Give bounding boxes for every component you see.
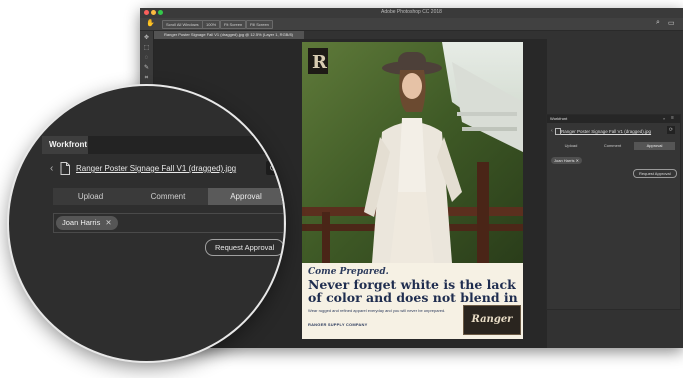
refresh-icon[interactable]: ⟳ — [667, 126, 675, 134]
approver-name: Joan Harris — [554, 158, 575, 163]
poster-company-name: RANGER SUPPLY COMPANY — [308, 322, 368, 327]
poster-headline: Never forget white is the lack of color … — [308, 277, 518, 305]
zoom-approver-name: Joan Harris — [62, 218, 101, 227]
tab-upload[interactable]: Upload — [551, 142, 591, 150]
zoom-collapse-icon[interactable]: » — [262, 139, 266, 148]
options-bar: ✋ Scroll All Windows 100% Fit Screen Fil… — [140, 18, 683, 31]
tab-approval[interactable]: Approval — [634, 142, 675, 150]
zoom-tab-comment[interactable]: Comment — [130, 188, 206, 205]
zoom-document-icon — [60, 162, 70, 175]
fill-screen-button[interactable]: Fill Screen — [246, 20, 273, 29]
panel-collapse-icon[interactable]: » — [663, 116, 665, 121]
panel-menu-icon[interactable]: ≡ — [671, 115, 674, 121]
zoom-back-chevron-icon[interactable]: ‹ — [50, 163, 53, 174]
workfront-panel-header: Workfront » ≡ — [547, 115, 680, 123]
zoom-remove-approver-icon[interactable]: ✕ — [105, 218, 111, 227]
hand-tool-icon[interactable]: ✋ — [146, 19, 155, 27]
zoom-document-file-link[interactable]: Ranger Poster Signage Fall V1 (dragged).… — [76, 164, 236, 173]
zoom-tab-upload[interactable]: Upload — [53, 188, 128, 205]
workfront-tabs: Upload Comment Approval — [551, 142, 675, 150]
request-approval-button[interactable]: Request Approval — [633, 169, 677, 178]
marquee-tool-icon[interactable]: ⬚ — [143, 45, 150, 52]
document-file-link[interactable]: Ranger Poster Signage Fall V1 (dragged).… — [561, 129, 651, 134]
zoom-refresh-icon[interactable]: ⟳ — [266, 161, 281, 175]
back-chevron-icon[interactable]: ‹ — [551, 128, 553, 134]
magnified-view: Workfront » ‹ Ranger Poster Signage Fall… — [9, 86, 284, 361]
poster-tagline: Come Prepared. — [308, 267, 389, 277]
crop-tool-icon[interactable]: ⌗ — [143, 75, 150, 82]
search-icon[interactable]: ⌕ — [656, 19, 660, 27]
poster-document: R Come Prepared. Never forget white is t… — [302, 42, 523, 339]
svg-text:R: R — [312, 52, 328, 73]
workfront-tab[interactable]: Workfront — [550, 116, 567, 121]
fit-screen-button[interactable]: Fit Screen — [220, 20, 247, 29]
scroll-all-windows-button[interactable]: Scroll All Windows — [162, 20, 203, 29]
zoom-approver-chip[interactable]: Joan Harris ✕ — [56, 216, 118, 230]
document-tab[interactable]: Ranger Poster Signage Fall V1 (dragged).… — [154, 31, 304, 39]
poster-body-copy: Wear rugged and refined apparel everyday… — [308, 308, 446, 313]
ranger-brand-text: Ranger — [471, 314, 513, 325]
title-bar: Adobe Photoshop CC 2018 — [140, 8, 683, 18]
remove-approver-icon[interactable]: ✕ — [576, 158, 579, 163]
workspace-icon[interactable]: ▭ — [668, 19, 675, 27]
zoom-request-approval-button[interactable]: Request Approval — [205, 239, 284, 256]
brush-tool-icon[interactable]: ✎ — [143, 65, 150, 72]
poster-photo: R — [302, 42, 523, 263]
move-tool-icon[interactable]: ✥ — [143, 35, 150, 42]
lasso-tool-icon[interactable]: ◌ — [143, 55, 150, 62]
zoom-workfront-tabs: Upload Comment Approval — [53, 188, 284, 205]
ranger-brand-badge: Ranger — [463, 305, 521, 335]
approver-chip[interactable]: Joan Harris ✕ — [551, 157, 582, 164]
app-title: Adobe Photoshop CC 2018 — [381, 9, 442, 15]
workfront-panel: Workfront » ≡ ‹ Ranger Poster Signage Fa… — [546, 114, 681, 310]
zoom-tab-approval[interactable]: Approval — [208, 188, 284, 205]
zoom-100-button[interactable]: 100% — [202, 20, 221, 29]
zoom-workfront-tab[interactable]: Workfront — [42, 136, 88, 154]
tab-comment[interactable]: Comment — [592, 142, 633, 150]
